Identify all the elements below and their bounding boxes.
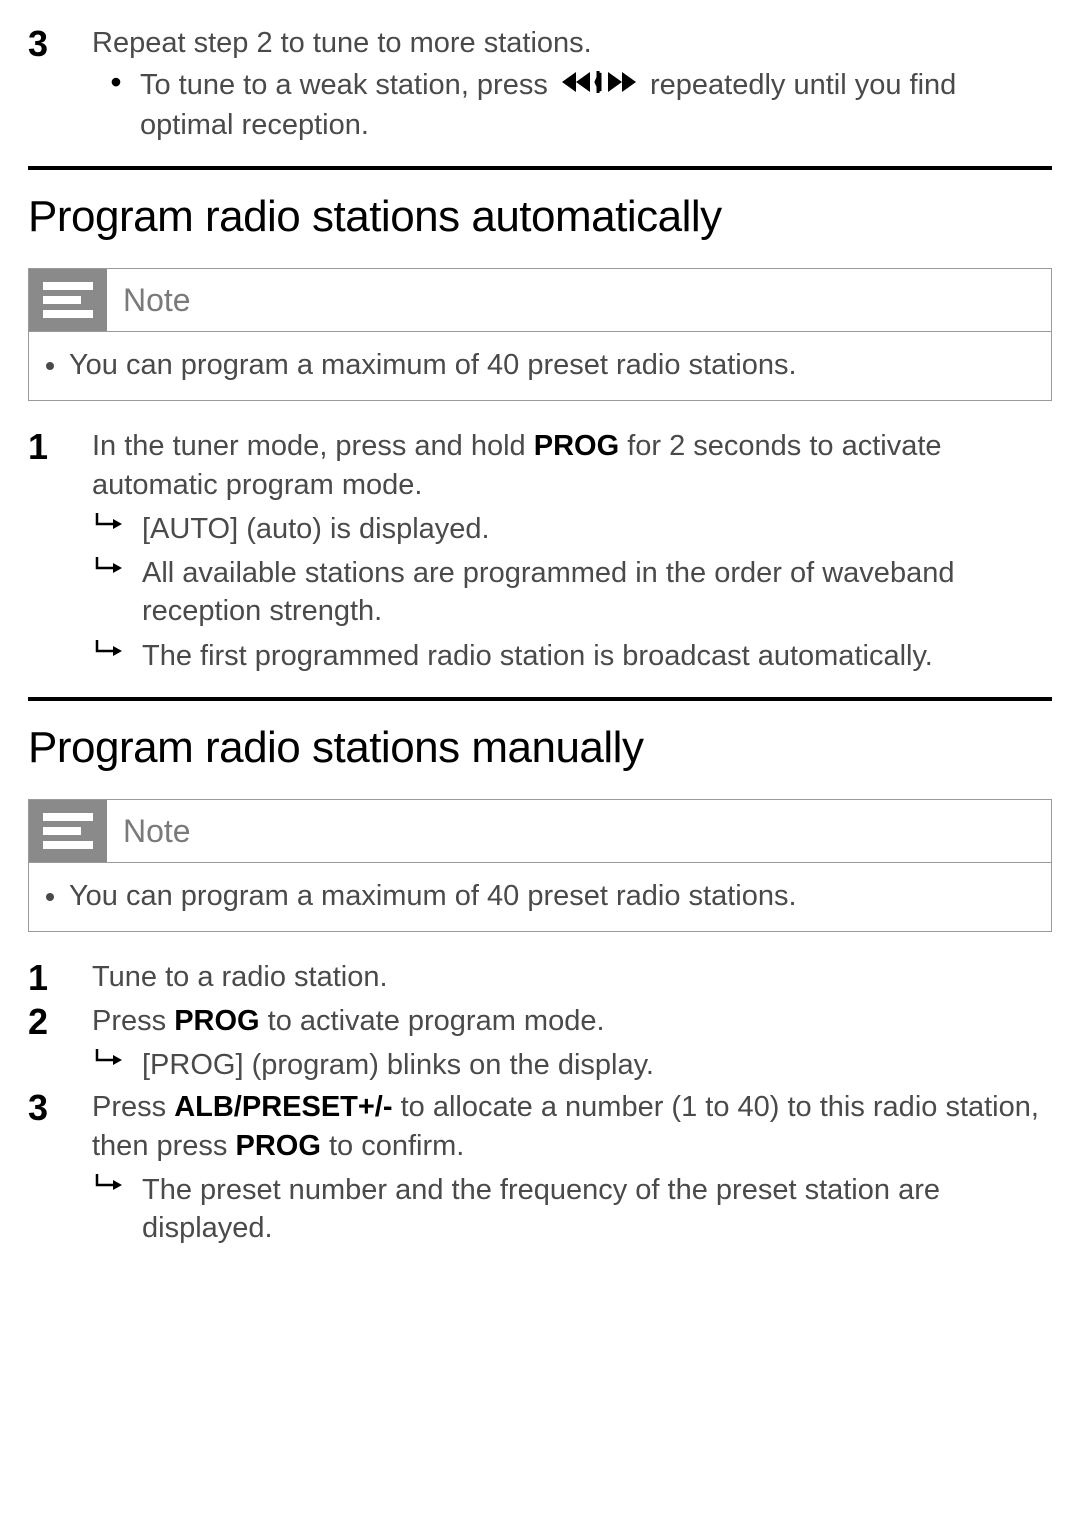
step-body: Repeat step 2 to tune to more stations. …: [92, 24, 1052, 144]
step-number: 1: [28, 958, 52, 998]
manual-step-1: 1 Tune to a radio station.: [28, 958, 1052, 998]
step-number: 3: [28, 24, 52, 64]
step-body: Press ALB/PRESET+/- to allocate a number…: [92, 1088, 1052, 1247]
note-item: You can program a maximum of 40 preset r…: [69, 877, 1031, 915]
heading-program-auto: Program radio stations automatically: [28, 188, 1052, 246]
step-number: 1: [28, 427, 52, 467]
text-post: to confirm.: [321, 1130, 464, 1162]
bullet-pre: To tune to a weak station, press: [140, 69, 556, 101]
step-body: Tune to a radio station.: [92, 958, 1052, 996]
result-arrow-icon: [92, 637, 142, 661]
rewind-forward-icon: [556, 67, 642, 105]
result-arrow-icon: [92, 510, 142, 534]
note-body: You can program a maximum of 40 preset r…: [29, 331, 1051, 400]
note-label: Note: [123, 279, 191, 321]
note-header: Note: [29, 800, 1051, 862]
text-pre: Press: [92, 1091, 174, 1123]
step-body: Press PROG to activate program mode. [PR…: [92, 1002, 1052, 1085]
prog-button-label: PROG: [174, 1005, 259, 1037]
note-item: You can program a maximum of 40 preset r…: [69, 346, 1031, 384]
heading-program-manual: Program radio stations manually: [28, 719, 1052, 777]
step-text: Repeat step 2 to tune to more stations.: [92, 27, 592, 59]
auto-step-1: 1 In the tuner mode, press and hold PROG…: [28, 427, 1052, 675]
prog-button-label: PROG: [534, 430, 619, 462]
result-arrow-icon: [92, 554, 142, 578]
sub-bullet: • To tune to a weak station, press repea…: [92, 66, 1052, 144]
result-arrow-icon: [92, 1171, 142, 1195]
bullet-dot-icon: •: [92, 66, 140, 98]
step-number: 3: [28, 1088, 52, 1128]
text-post: to activate program mode.: [260, 1005, 605, 1037]
alb-preset-button-label: ALB/PRESET+/-: [174, 1091, 392, 1123]
result-text: The first programmed radio station is br…: [142, 637, 1052, 675]
prog-button-label: PROG: [235, 1130, 320, 1162]
bullet-text: To tune to a weak station, press repeate…: [140, 66, 1052, 144]
note-icon: [29, 269, 107, 331]
result-row: The first programmed radio station is br…: [92, 637, 1052, 675]
note-box-manual: Note You can program a maximum of 40 pre…: [28, 799, 1052, 932]
note-box-auto: Note You can program a maximum of 40 pre…: [28, 268, 1052, 401]
note-body: You can program a maximum of 40 preset r…: [29, 862, 1051, 931]
result-row: [AUTO] (auto) is displayed.: [92, 510, 1052, 548]
note-icon: [29, 800, 107, 862]
manual-step-3: 3 Press ALB/PRESET+/- to allocate a numb…: [28, 1088, 1052, 1247]
result-text: All available stations are programmed in…: [142, 554, 1052, 631]
result-row: [PROG] (program) blinks on the display.: [92, 1046, 1052, 1084]
step-body: In the tuner mode, press and hold PROG f…: [92, 427, 1052, 675]
text-pre: Press: [92, 1005, 174, 1037]
manual-step-2: 2 Press PROG to activate program mode. […: [28, 1002, 1052, 1085]
result-arrow-icon: [92, 1046, 142, 1070]
result-row: All available stations are programmed in…: [92, 554, 1052, 631]
step-3-tune-more: 3 Repeat step 2 to tune to more stations…: [28, 24, 1052, 144]
divider: [28, 166, 1052, 170]
divider: [28, 697, 1052, 701]
result-text: [PROG] (program) blinks on the display.: [142, 1046, 1052, 1084]
result-text: [AUTO] (auto) is displayed.: [142, 510, 1052, 548]
step-number: 2: [28, 1002, 52, 1042]
note-header: Note: [29, 269, 1051, 331]
note-label: Note: [123, 810, 191, 852]
step-text: Tune to a radio station.: [92, 961, 388, 993]
text-pre: In the tuner mode, press and hold: [92, 430, 534, 462]
result-text: The preset number and the frequency of t…: [142, 1171, 1052, 1248]
result-row: The preset number and the frequency of t…: [92, 1171, 1052, 1248]
